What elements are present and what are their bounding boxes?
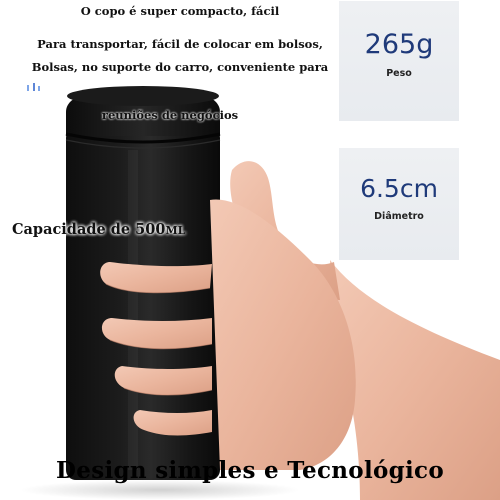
headline-line-2: Para transportar, fácil de colocar em bo… (37, 37, 323, 51)
capacity-label: Capacidade de 500ML (12, 221, 185, 238)
diameter-value: 6.5cm (360, 174, 438, 203)
headline-line-3: Bolsas, no suporte do carro, conveniente… (31, 60, 329, 74)
capacity-unit: ML (165, 224, 186, 237)
weight-spec-card: 265g Peso (339, 1, 459, 121)
diameter-spec-card: 6.5cm Diâmetro (339, 148, 459, 260)
small-blue-marks-icon (27, 83, 40, 91)
headline-line-1: O copo é super compacto, fácil (80, 4, 280, 18)
weight-value: 265g (364, 29, 434, 60)
lid-top (67, 86, 219, 106)
headline-line-4: reuniões de negócios (101, 108, 239, 122)
diameter-label: Diâmetro (374, 211, 424, 222)
weight-label: Peso (386, 68, 412, 79)
capacity-text: Capacidade de 500 (12, 221, 166, 238)
hand-palm (210, 199, 356, 470)
footer-title: Design simples e Tecnológico (56, 457, 444, 484)
